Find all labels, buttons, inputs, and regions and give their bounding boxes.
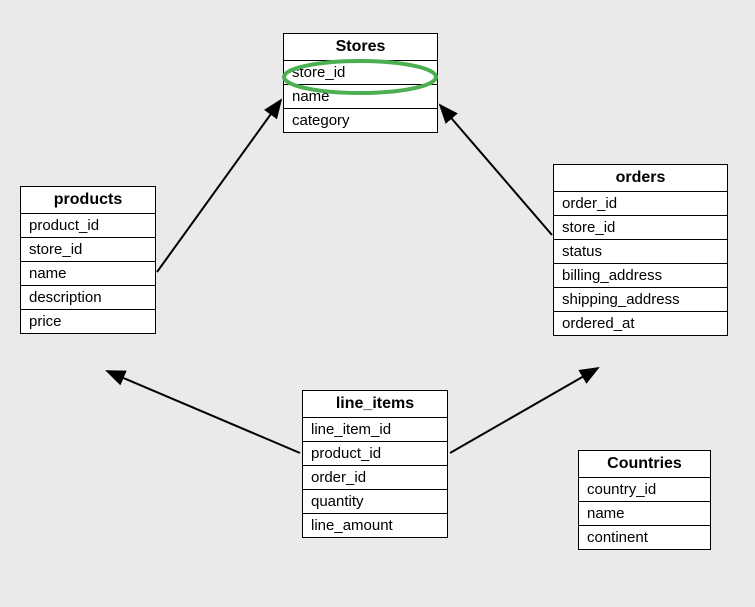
entity-field-shipping-address: shipping_address [554, 288, 727, 312]
entity-header: line_items [303, 391, 447, 418]
entity-field-name: name [579, 502, 710, 526]
arrow-lineitems-to-orders [450, 368, 598, 453]
entity-stores: Stores store_id name category [283, 33, 438, 133]
entity-field-billing-address: billing_address [554, 264, 727, 288]
entity-field-name: name [21, 262, 155, 286]
entity-field-continent: continent [579, 526, 710, 549]
entity-field-order-id: order_id [554, 192, 727, 216]
entity-field-status: status [554, 240, 727, 264]
entity-field-store-id: store_id [554, 216, 727, 240]
entity-field-category: category [284, 109, 437, 132]
entity-field-name: name [284, 85, 437, 109]
arrow-orders-to-stores [440, 105, 552, 235]
entity-field-store-id: store_id [284, 61, 437, 85]
entity-field-description: description [21, 286, 155, 310]
entity-header: orders [554, 165, 727, 192]
entity-field-line-amount: line_amount [303, 514, 447, 537]
entity-header: Stores [284, 34, 437, 61]
entity-field-ordered-at: ordered_at [554, 312, 727, 335]
arrow-products-to-stores [157, 100, 281, 272]
entity-header: Countries [579, 451, 710, 478]
arrow-lineitems-to-products [107, 371, 300, 453]
entity-field-price: price [21, 310, 155, 333]
entity-products: products product_id store_id name descri… [20, 186, 156, 334]
entity-field-line-item-id: line_item_id [303, 418, 447, 442]
entity-header: products [21, 187, 155, 214]
entity-line-items: line_items line_item_id product_id order… [302, 390, 448, 538]
entity-orders: orders order_id store_id status billing_… [553, 164, 728, 336]
entity-field-product-id: product_id [21, 214, 155, 238]
entity-countries: Countries country_id name continent [578, 450, 711, 550]
entity-field-country-id: country_id [579, 478, 710, 502]
entity-field-quantity: quantity [303, 490, 447, 514]
entity-field-store-id: store_id [21, 238, 155, 262]
entity-field-product-id: product_id [303, 442, 447, 466]
entity-field-order-id: order_id [303, 466, 447, 490]
